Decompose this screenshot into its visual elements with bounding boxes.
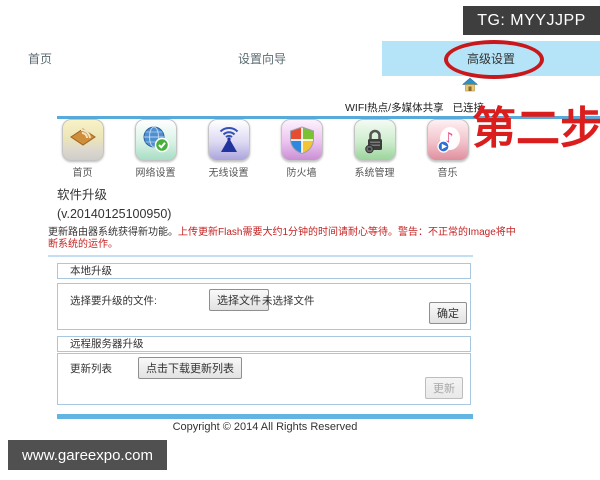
- local-upgrade-panel: 选择要升级的文件: 选择文件 未选择文件 确定: [57, 283, 471, 330]
- footer-divider: [57, 414, 473, 419]
- home-icon: [61, 119, 104, 161]
- copyright-text: Copyright © 2014 All Rights Reserved: [172, 421, 358, 433]
- site-watermark: www.gareexpo.com: [8, 440, 167, 470]
- nav-label: 系统管理: [354, 168, 395, 179]
- connection-status-bar: WIFI热点/多媒体共享 已连接: [345, 100, 484, 115]
- file-select-label: 选择要升级的文件:: [70, 295, 157, 307]
- nav-label: 防火墙: [286, 168, 317, 179]
- router-admin-screen: TG: MYYJJPP 首页 设置向导 高级设置 WIFI热点/多媒体共享 已连接…: [0, 0, 600, 480]
- nav-label: 首页: [72, 168, 93, 179]
- music-note-icon: ♪: [426, 119, 469, 161]
- remote-upgrade-title: 远程服务器升级: [70, 338, 144, 350]
- tab-setup-wizard[interactable]: 设置向导: [238, 41, 286, 76]
- update-list-label: 更新列表: [70, 363, 112, 375]
- step-annotation: 第二步: [472, 104, 600, 153]
- local-upgrade-title: 本地升级: [70, 265, 112, 277]
- upgrade-notice: 更新路由器系统获得新功能。上传更新Flash需要大约1分钟的时间请耐心等待。警告…: [48, 227, 516, 250]
- firmware-version: (v.20140125100950): [57, 207, 172, 221]
- home-indicator-icon: [461, 77, 479, 93]
- nav-item-firewall[interactable]: 防火墙: [265, 119, 338, 179]
- choose-file-button[interactable]: 选择文件: [209, 289, 269, 311]
- local-upgrade-header: 本地升级: [57, 263, 471, 279]
- page-title: 软件升级: [57, 188, 108, 202]
- nav-icon-row: 首页 网络设置 无线设置 防火墙 系统管理 ♪ 音乐: [46, 119, 484, 179]
- nav-label: 网络设置: [135, 168, 176, 179]
- globe-check-icon: [134, 119, 177, 161]
- confirm-button[interactable]: 确定: [429, 302, 467, 324]
- wifi-share-label: WIFI热点/多媒体共享: [345, 102, 444, 114]
- shield-icon: [280, 119, 323, 161]
- nav-item-system-management[interactable]: 系统管理: [338, 119, 411, 179]
- lock-gear-icon: [353, 119, 396, 161]
- annotation-circle: [444, 40, 544, 79]
- remote-upgrade-header: 远程服务器升级: [57, 336, 471, 352]
- no-file-selected-text: 未选择文件: [262, 295, 315, 307]
- nav-item-network-settings[interactable]: 网络设置: [119, 119, 192, 179]
- update-button[interactable]: 更新: [425, 377, 463, 399]
- remote-upgrade-panel: 更新列表 点击下载更新列表 更新: [57, 353, 471, 405]
- nav-label: 音乐: [437, 168, 458, 179]
- nav-item-home[interactable]: 首页: [46, 119, 119, 179]
- antenna-icon: [207, 119, 250, 161]
- tg-watermark-badge: TG: MYYJJPP: [463, 6, 600, 35]
- tab-home[interactable]: 首页: [28, 41, 52, 76]
- nav-label: 无线设置: [208, 168, 249, 179]
- notice-normal-text: 更新路由器系统获得新功能。: [48, 227, 178, 238]
- section-divider: [48, 255, 473, 257]
- download-update-list-button[interactable]: 点击下载更新列表: [138, 357, 242, 379]
- nav-item-wireless-settings[interactable]: 无线设置: [192, 119, 265, 179]
